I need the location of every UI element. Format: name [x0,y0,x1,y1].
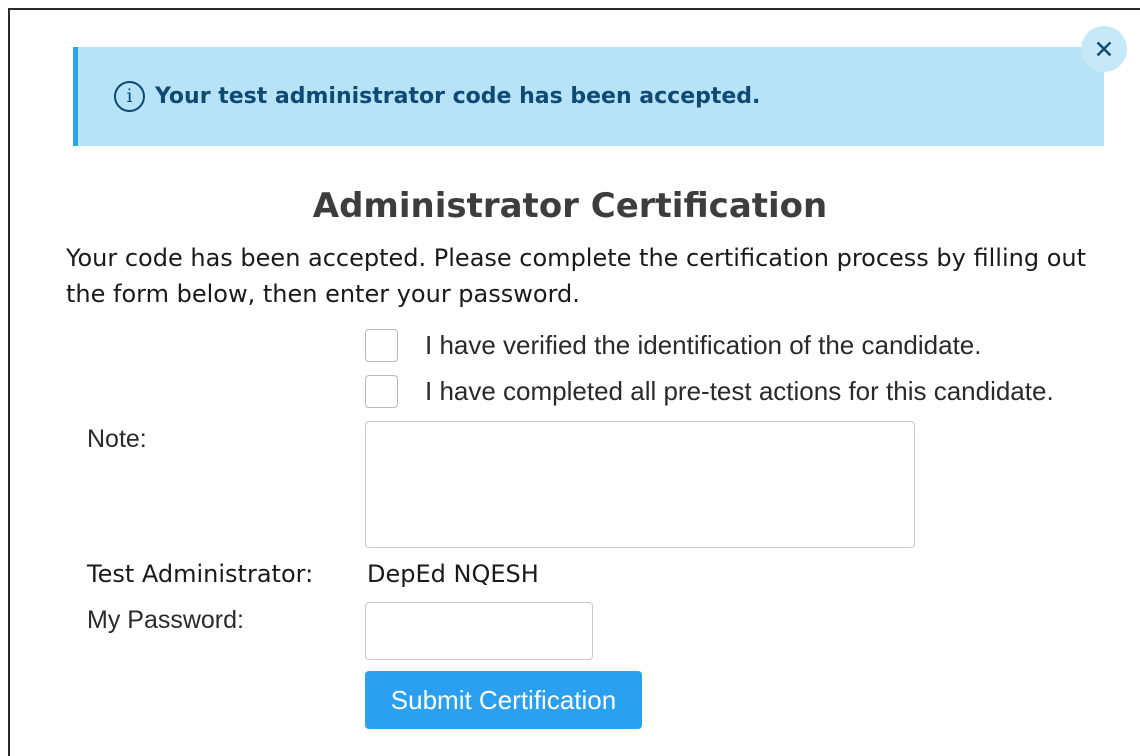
test-administrator-value: DepEd NQESH [367,560,539,588]
submit-certification-button[interactable]: Submit Certification [365,671,642,729]
note-label: Note: [87,425,147,453]
page-title: Administrator Certification [312,186,828,226]
info-icon: i [114,81,145,112]
verify-id-label: I have verified the identification of th… [425,330,982,360]
close-icon: ✕ [1093,34,1115,64]
pretest-actions-checkbox[interactable] [365,375,398,408]
alert-banner: i Your test administrator code has been … [73,47,1104,146]
close-button[interactable]: ✕ [1081,26,1127,72]
password-input[interactable] [365,602,593,660]
pretest-actions-row: I have completed all pre-test actions fo… [365,375,1054,408]
test-administrator-label: Test Administrator: [87,560,314,588]
pretest-actions-label: I have completed all pre-test actions fo… [425,376,1054,406]
password-label: My Password: [87,606,244,634]
note-textarea[interactable] [365,421,915,548]
intro-text: Your code has been accepted. Please comp… [66,244,1086,308]
verify-id-row: I have verified the identification of th… [365,329,981,362]
alert-message: Your test administrator code has been ac… [155,84,761,109]
verify-id-checkbox[interactable] [365,329,398,362]
